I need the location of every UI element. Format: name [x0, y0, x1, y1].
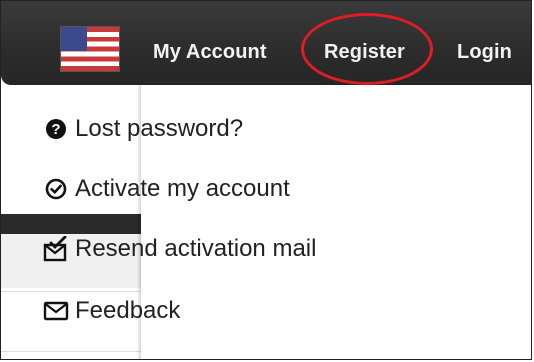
svg-text:?: ?	[51, 121, 60, 138]
my-account-link[interactable]: My Account	[153, 41, 267, 64]
resend-activation-label: Resend activation mail	[75, 235, 317, 262]
feedback-item[interactable]: Feedback	[43, 297, 180, 325]
us-flag-icon[interactable]	[61, 27, 119, 71]
lost-password-item[interactable]: ? Lost password?	[43, 115, 243, 143]
page-dark-band	[1, 214, 141, 234]
feedback-label: Feedback	[75, 297, 181, 324]
screenshot-frame: My Account Register Login ? Lost passwor…	[0, 0, 532, 360]
question-circle-icon: ?	[43, 116, 69, 142]
flag-canton	[61, 27, 87, 51]
envelope-icon	[43, 298, 69, 324]
top-navigation-bar: My Account Register Login	[1, 1, 531, 85]
page-divider	[1, 291, 141, 292]
activate-account-item[interactable]: Activate my account	[43, 175, 290, 203]
register-highlight-circle	[301, 13, 433, 85]
activate-account-label: Activate my account	[75, 175, 290, 202]
page-divider	[1, 351, 141, 352]
envelope-check-icon	[43, 236, 69, 262]
check-circle-icon	[43, 176, 69, 202]
login-link[interactable]: Login	[457, 41, 512, 64]
resend-activation-item[interactable]: Resend activation mail	[43, 235, 316, 263]
lost-password-label: Lost password?	[75, 115, 244, 142]
